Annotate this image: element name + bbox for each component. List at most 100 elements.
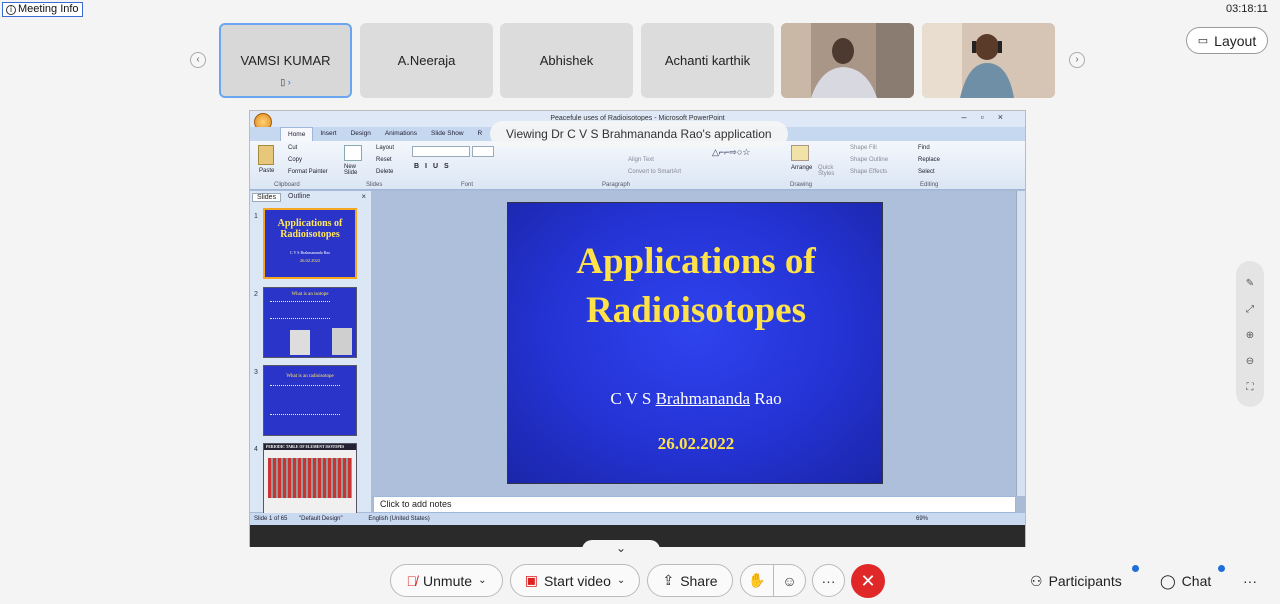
fullscreen-icon[interactable]: ⛶ xyxy=(1247,381,1254,395)
notes-field[interactable]: Click to add notes xyxy=(373,496,1016,513)
raise-hand-button[interactable]: ✋ xyxy=(740,564,774,597)
format-painter-button[interactable]: Format Painter xyxy=(288,169,328,175)
author-suffix: Rao xyxy=(749,389,782,408)
participant-tile[interactable]: Abhishek xyxy=(500,23,633,98)
end-call-button[interactable]: ✕ xyxy=(851,564,885,598)
close-icon: ✕ xyxy=(860,570,876,591)
slide-date: 26.02.2022 xyxy=(657,434,735,453)
convert-smartart-button[interactable]: Convert to SmartArt xyxy=(628,169,681,175)
language: English (United States) xyxy=(368,516,430,522)
participant-tile[interactable]: Achanti karthik xyxy=(641,23,774,98)
author-prefix: C V S xyxy=(610,389,656,408)
scroll-right-icon[interactable]: › xyxy=(1069,52,1085,68)
zoom-out-icon[interactable]: ⊖ xyxy=(1246,355,1254,369)
font-format-buttons[interactable]: BIUS xyxy=(414,163,455,170)
thumb-author: C V S Brahmananda Rao xyxy=(289,250,331,255)
new-slide-icon[interactable] xyxy=(344,145,362,161)
quick-styles-button[interactable]: Quick Styles xyxy=(818,165,838,177)
reactions-button[interactable]: ☺ xyxy=(773,564,806,597)
tab-slides[interactable]: Slides xyxy=(252,193,282,202)
more-menu-button[interactable]: ··· xyxy=(1243,568,1257,594)
chevron-down-icon[interactable]: ⌄ xyxy=(617,575,625,586)
font-name-field[interactable] xyxy=(412,146,470,157)
slide-thumbnail[interactable]: What is an radioisotope xyxy=(263,365,357,436)
annotate-icon[interactable]: ✎ xyxy=(1246,277,1254,291)
fit-icon[interactable]: ⤢ xyxy=(1246,303,1254,317)
participant-video-tile[interactable] xyxy=(922,23,1055,98)
layout-icon: ▭ xyxy=(1197,35,1209,47)
shape-effects-button[interactable]: Shape Effects xyxy=(850,169,887,175)
unmute-button[interactable]: 🎙̸ Unmute ⌄ xyxy=(390,564,503,597)
participant-video xyxy=(922,23,1055,98)
thumb-date: 26.02.2022 xyxy=(299,258,321,263)
cut-button[interactable]: Cut xyxy=(288,145,297,151)
more-options-button[interactable]: ··· xyxy=(812,564,845,597)
status-bar: Slide 1 of 65 "Default Design" English (… xyxy=(250,513,1025,525)
copy-button[interactable]: Copy xyxy=(288,157,302,163)
tab-animations[interactable]: Animations xyxy=(378,127,424,141)
tab-outline[interactable]: Outline xyxy=(284,193,314,200)
slide-thumbnail[interactable]: PERIODIC TABLE OF ELEMENT ISOTOPES xyxy=(263,443,357,514)
paste-label[interactable]: Paste xyxy=(259,168,274,174)
start-video-button[interactable]: ▣ Start video ⌄ xyxy=(510,564,640,597)
collapse-chevron-icon[interactable]: ⌄ xyxy=(582,540,660,558)
thumb-number: 4 xyxy=(254,446,258,453)
participant-video-tile[interactable] xyxy=(781,23,914,98)
zoom-in-icon[interactable]: ⊕ xyxy=(1246,329,1254,343)
paste-icon[interactable] xyxy=(258,145,274,165)
meeting-clock: 03:18:11 xyxy=(1225,3,1268,15)
slides-pane: Slides Outline × 1 Applications of Radio… xyxy=(250,191,371,514)
slide-title: Applications of Radioisotopes xyxy=(508,237,884,335)
share-label: Share xyxy=(680,572,718,589)
participants-button[interactable]: ⚇ Participants xyxy=(1030,568,1122,594)
person-icon: ⚇ xyxy=(1030,572,1043,589)
zoom-toolbar: ✎ ⤢ ⊕ ⊖ ⛶ xyxy=(1236,261,1264,407)
close-pane-icon[interactable]: × xyxy=(361,192,366,201)
slide-thumbnail[interactable]: What is an isotope xyxy=(263,287,357,358)
group-font: Font xyxy=(461,182,474,188)
tab-review[interactable]: R xyxy=(471,127,490,141)
device-icon: ▯ › xyxy=(280,77,291,87)
thumb-bullets xyxy=(270,301,330,319)
camera-off-icon: ▣ xyxy=(524,572,538,588)
reset-button[interactable]: Reset xyxy=(376,157,392,163)
new-slide-label[interactable]: New Slide xyxy=(344,164,364,176)
chevron-down-icon[interactable]: ⌄ xyxy=(478,575,486,586)
layout-button[interactable]: ▭ Layout xyxy=(1186,27,1268,54)
tab-home[interactable]: Home xyxy=(280,127,314,141)
author-underlined: Brahmananda xyxy=(655,389,750,408)
tab-design[interactable]: Design xyxy=(344,127,378,141)
zoom-level[interactable]: 69% xyxy=(916,513,928,525)
ribbon: Paste Cut Copy Format Painter Clipboard … xyxy=(250,141,1025,190)
thumb-title: Applications of Radioisotopes xyxy=(277,218,343,240)
replace-button[interactable]: Replace xyxy=(918,157,940,163)
mic-muted-icon: 🎙̸ xyxy=(406,572,418,589)
window-controls[interactable]: –▫× xyxy=(962,112,1017,122)
participant-name: Abhishek xyxy=(539,53,594,68)
layout-menu[interactable]: Layout xyxy=(376,145,394,151)
ellipsis-icon: ··· xyxy=(821,572,836,589)
participant-tile[interactable]: VAMSI KUMAR ▯ › xyxy=(219,23,352,98)
current-slide[interactable]: Applications of Radioisotopes C V S Brah… xyxy=(507,202,883,484)
align-text-button[interactable]: Align Text xyxy=(628,157,654,163)
participant-tile[interactable]: A.Neeraja xyxy=(360,23,493,98)
scroll-left-icon[interactable]: ‹ xyxy=(190,52,206,68)
slide-scrollbar[interactable] xyxy=(1016,191,1025,496)
font-size-field[interactable] xyxy=(472,146,494,157)
chat-button[interactable]: ◯ Chat xyxy=(1160,568,1211,594)
shape-fill-button[interactable]: Shape Fill xyxy=(850,145,877,151)
select-button[interactable]: Select xyxy=(918,169,935,175)
tab-slide-show[interactable]: Slide Show xyxy=(424,127,471,141)
slide-thumbnail[interactable]: Applications of Radioisotopes C V S Brah… xyxy=(263,208,357,279)
tab-insert[interactable]: Insert xyxy=(313,127,343,141)
arrange-button[interactable]: Arrange xyxy=(791,165,812,171)
thumb-number: 2 xyxy=(254,291,258,298)
shape-outline-button[interactable]: Shape Outline xyxy=(850,157,888,163)
thumb-number: 3 xyxy=(254,369,258,376)
find-button[interactable]: Find xyxy=(918,145,930,151)
arrange-icon[interactable] xyxy=(791,145,809,161)
share-button[interactable]: ⇪ Share xyxy=(647,564,733,597)
delete-button[interactable]: Delete xyxy=(376,169,393,175)
meeting-info-button[interactable]: i Meeting Info xyxy=(2,2,83,17)
shapes-gallery-icon[interactable]: △⌐⌐⇨○☆ xyxy=(712,147,750,158)
